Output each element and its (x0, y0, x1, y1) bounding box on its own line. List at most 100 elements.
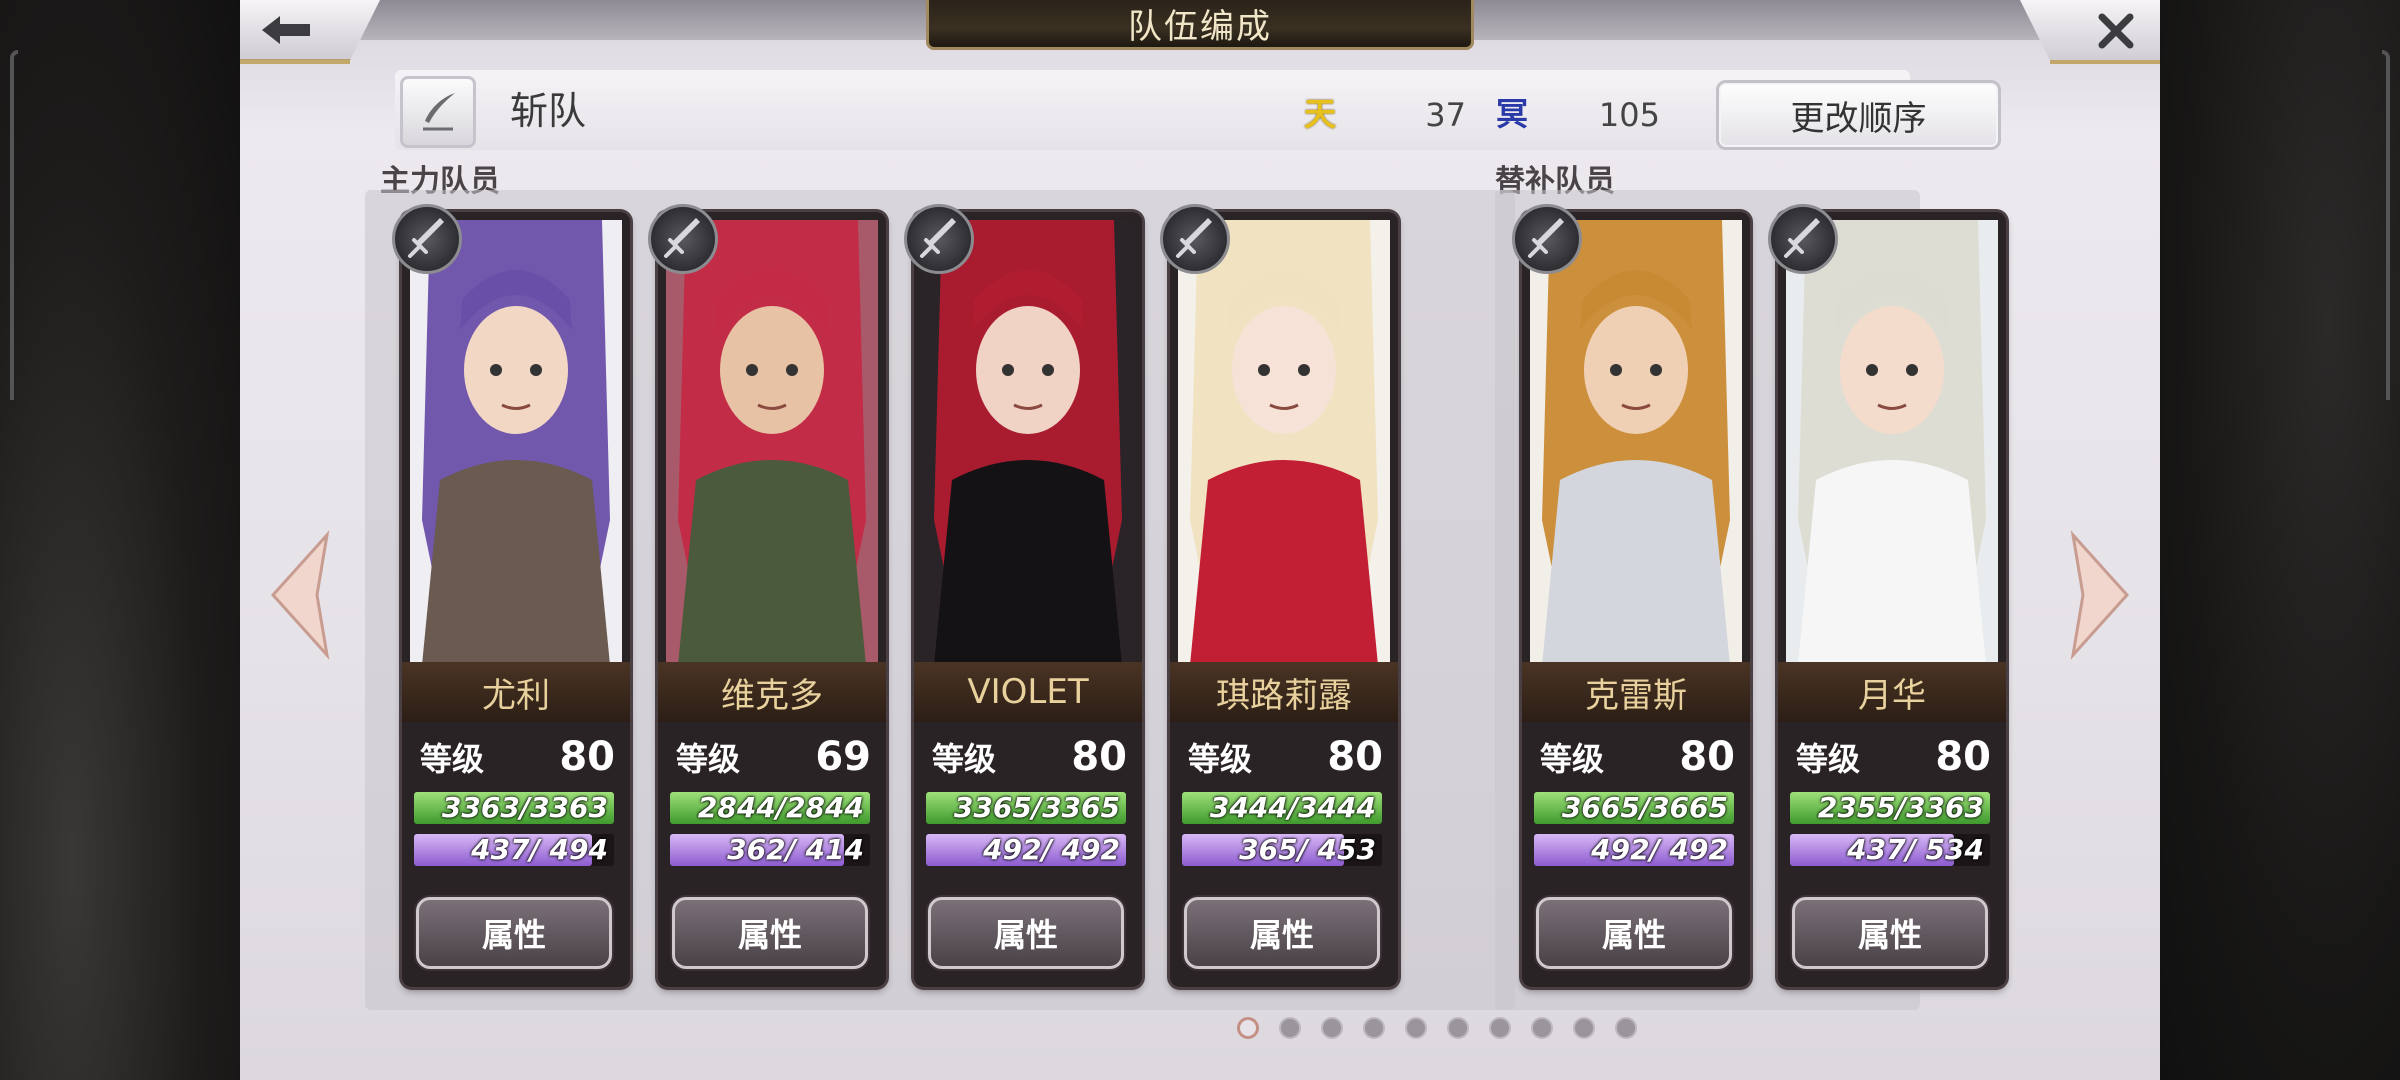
hp-bar: 3363/3363 (414, 791, 614, 824)
member-card[interactable]: 维克多 等级 69 2844/2844 362/ 414 属性 (658, 212, 886, 987)
mp-text: 362/ 414 (717, 833, 864, 866)
character-portrait (410, 220, 622, 665)
level-value: 80 (1071, 734, 1127, 780)
team-panel: 队伍编成 斩队 天 37 冥 105 更改顺序 主力队员 替补队员 尤利 等级 … (240, 0, 2160, 1080)
hp-text: 3444/3444 (1209, 791, 1376, 824)
page-dot[interactable] (1447, 1017, 1469, 1039)
member-card[interactable]: 月华 等级 80 2355/3363 437/ 534 属性 (1778, 212, 2006, 987)
level-value: 69 (815, 734, 871, 780)
level-row: 等级 80 (1796, 732, 1991, 782)
character-portrait (1530, 220, 1742, 665)
mp-text: 492/ 492 (1581, 833, 1728, 866)
mp-text: 365/ 453 (1229, 833, 1376, 866)
attributes-button[interactable]: 属性 (1792, 897, 1988, 969)
member-name: 维克多 (658, 662, 886, 722)
back-button[interactable] (240, 0, 380, 62)
level-value: 80 (1935, 734, 1991, 780)
heaven-stat-value: 37 (1425, 96, 1466, 134)
hp-bar: 3365/3365 (926, 791, 1126, 824)
heaven-stat-icon: 天 (1303, 95, 1336, 133)
sword-icon (648, 204, 718, 274)
level-label: 等级 (676, 740, 741, 778)
attributes-button[interactable]: 属性 (928, 897, 1124, 969)
level-value: 80 (559, 734, 615, 780)
mp-bar: 492/ 492 (926, 833, 1126, 866)
page-dot[interactable] (1489, 1017, 1511, 1039)
quill-icon (423, 93, 455, 131)
hp-text: 2844/2844 (697, 791, 864, 824)
attributes-button[interactable]: 属性 (1536, 897, 1732, 969)
character-portrait (1178, 220, 1390, 665)
mp-text: 437/ 494 (461, 833, 608, 866)
mp-bar: 437/ 494 (414, 833, 614, 866)
page-dot[interactable] (1531, 1017, 1553, 1039)
page-dot[interactable] (1573, 1017, 1595, 1039)
page-title: 队伍编成 (926, 0, 1474, 50)
level-row: 等级 69 (676, 732, 871, 782)
back-arrow-icon (262, 15, 310, 44)
sword-icon (1768, 204, 1838, 274)
member-card[interactable]: 克雷斯 等级 80 3665/3665 492/ 492 属性 (1522, 212, 1750, 987)
prev-page-arrow[interactable] (265, 530, 335, 660)
character-portrait (666, 220, 878, 665)
rename-party-button[interactable] (400, 76, 476, 148)
sword-icon (1512, 204, 1582, 274)
level-label: 等级 (932, 740, 997, 778)
party-name-bar (395, 70, 1910, 150)
member-card[interactable]: VIOLET 等级 80 3365/3365 492/ 492 属性 (914, 212, 1142, 987)
page-dot[interactable] (1363, 1017, 1385, 1039)
gold-trim-left (240, 60, 350, 64)
attributes-button[interactable]: 属性 (416, 897, 612, 969)
hp-text: 3665/3665 (1561, 791, 1728, 824)
party-name: 斩队 (510, 89, 587, 133)
page-dot[interactable] (1321, 1017, 1343, 1039)
level-label: 等级 (1796, 740, 1861, 778)
page-dot[interactable] (1615, 1017, 1637, 1039)
close-button[interactable] (2020, 0, 2160, 62)
level-label: 等级 (420, 740, 485, 778)
hp-bar: 3444/3444 (1182, 791, 1382, 824)
mp-text: 492/ 492 (973, 833, 1120, 866)
character-portrait (922, 220, 1134, 665)
hp-text: 2355/3363 (1817, 791, 1984, 824)
mp-bar: 362/ 414 (670, 833, 870, 866)
page-dot[interactable] (1405, 1017, 1427, 1039)
gold-trim-right (2050, 60, 2160, 64)
level-row: 等级 80 (1540, 732, 1735, 782)
level-value: 80 (1679, 734, 1735, 780)
page-dot[interactable] (1279, 1017, 1301, 1039)
hp-bar: 3665/3665 (1534, 791, 1734, 824)
level-row: 等级 80 (420, 732, 615, 782)
member-name: 月华 (1778, 662, 2006, 722)
right-edge-decoration (2382, 50, 2390, 400)
page-dot[interactable] (1237, 1017, 1259, 1039)
hp-text: 3363/3363 (441, 791, 608, 824)
level-row: 等级 80 (1188, 732, 1383, 782)
sword-icon (1160, 204, 1230, 274)
change-order-button[interactable]: 更改顺序 (1716, 80, 2001, 150)
mp-text: 437/ 534 (1837, 833, 1984, 866)
hp-text: 3365/3365 (953, 791, 1120, 824)
member-name: VIOLET (914, 662, 1142, 722)
hp-bar: 2844/2844 (670, 791, 870, 824)
hp-bar: 2355/3363 (1790, 791, 1990, 824)
level-label: 等级 (1188, 740, 1253, 778)
member-name: 克雷斯 (1522, 662, 1750, 722)
attributes-button[interactable]: 属性 (672, 897, 868, 969)
level-label: 等级 (1540, 740, 1605, 778)
close-icon (2098, 13, 2134, 49)
attributes-button[interactable]: 属性 (1184, 897, 1380, 969)
next-page-arrow[interactable] (2065, 530, 2135, 660)
member-card[interactable]: 琪路莉露 等级 80 3444/3444 365/ 453 属性 (1170, 212, 1398, 987)
underworld-stat-icon: 冥 (1495, 95, 1528, 133)
left-edge-decoration (10, 50, 18, 400)
member-name: 尤利 (402, 662, 630, 722)
underworld-stat-value: 105 (1598, 96, 1660, 134)
right-background (2160, 0, 2400, 1080)
level-value: 80 (1327, 734, 1383, 780)
member-card[interactable]: 尤利 等级 80 3363/3363 437/ 494 属性 (402, 212, 630, 987)
character-portrait (1786, 220, 1998, 665)
level-row: 等级 80 (932, 732, 1127, 782)
page-indicator (1237, 1017, 1637, 1039)
left-background (0, 0, 240, 1080)
